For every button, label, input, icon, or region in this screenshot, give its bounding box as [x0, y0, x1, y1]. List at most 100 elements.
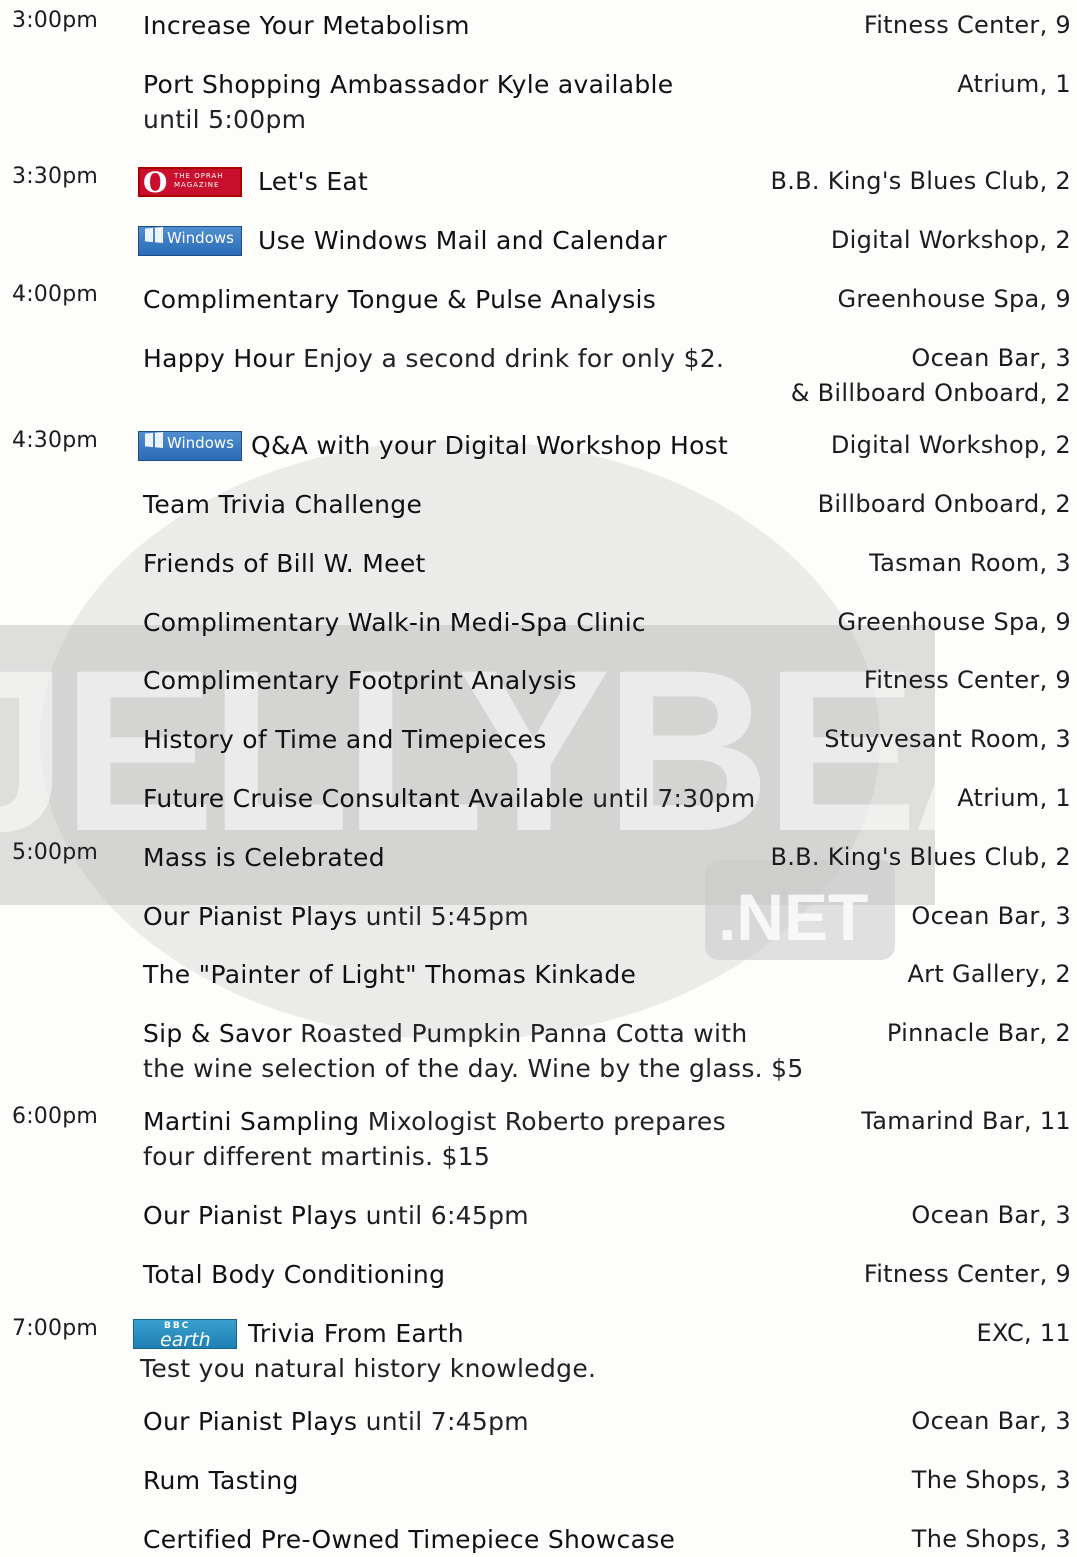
event-entry: The "Painter of Light" Thomas Kinkade	[143, 957, 636, 992]
windows-text: Windows	[167, 229, 234, 247]
time-label: 4:30pm	[12, 428, 98, 453]
event-title: Q&A with your Digital Workshop Host	[251, 431, 729, 460]
event-entry: Team Trivia Challenge	[143, 487, 422, 522]
event-entry: Our Pianist Plays until 6:45pm	[143, 1198, 529, 1233]
event-title: Total Body Conditioning	[143, 1260, 446, 1289]
time-label: 3:00pm	[12, 8, 98, 33]
event-location: Pinnacle Bar, 2	[887, 1016, 1071, 1051]
event-entry: Our Pianist Plays until 5:45pm	[143, 899, 529, 934]
event-entry: Complimentary Walk-in Medi-Spa Clinic	[143, 605, 646, 640]
location-name: Ocean Bar, 3	[911, 344, 1071, 372]
windows-flag-icon	[145, 227, 163, 243]
event-title: Our Pianist Plays	[143, 1407, 358, 1436]
event-entry: Let's Eat	[258, 164, 368, 199]
event-title: Our Pianist Plays	[143, 902, 358, 931]
event-title: Trivia From Earth	[248, 1319, 464, 1348]
event-entry: History of Time and Timepieces	[143, 722, 547, 757]
event-description: until 5:45pm	[365, 902, 529, 931]
location-name: Tamarind Bar, 11	[861, 1107, 1071, 1135]
event-title: Team Trivia Challenge	[143, 490, 423, 519]
event-location: Tamarind Bar, 11	[861, 1104, 1071, 1139]
event-entry: Complimentary Tongue & Pulse Analysis	[143, 282, 656, 317]
location-name: Pinnacle Bar, 2	[886, 1019, 1071, 1047]
oprah-text: THE OPRAH MAGAZINE	[174, 172, 224, 189]
event-location: Ocean Bar, 3 & Billboard Onboard, 2	[791, 341, 1071, 411]
event-title: Happy Hour	[143, 344, 295, 373]
location-name: Ocean Bar, 3	[911, 1407, 1071, 1435]
location-name: Ocean Bar, 3	[911, 902, 1071, 930]
event-entry: Our Pianist Plays until 7:45pm	[143, 1404, 529, 1439]
location-name: Ocean Bar, 3	[911, 1201, 1071, 1229]
location-name: Stuyvesant Room, 3	[824, 725, 1071, 753]
event-entry: Use Windows Mail and Calendar	[258, 223, 667, 258]
time-label: 4:00pm	[12, 282, 98, 307]
event-title: Let's Eat	[258, 167, 369, 196]
location-name: Atrium, 1	[957, 70, 1071, 98]
earth-text: earth	[160, 1329, 211, 1351]
event-location: Billboard Onboard, 2	[818, 487, 1071, 522]
event-description-continued: Test you natural history knowledge.	[140, 1354, 597, 1383]
event-location: Tasman Room, 3	[869, 546, 1071, 581]
event-location: Greenhouse Spa, 9	[838, 282, 1072, 317]
event-title: Mass is Celebrated	[143, 843, 385, 872]
event-title: Complimentary Footprint Analysis	[143, 666, 577, 695]
event-location: The Shops, 3	[912, 1522, 1071, 1557]
location-name: Greenhouse Spa, 9	[837, 608, 1071, 636]
event-location: Digital Workshop, 2	[831, 428, 1071, 463]
location-name: Billboard Onboard, 2	[817, 490, 1071, 518]
event-location: Ocean Bar, 3	[911, 1404, 1071, 1439]
event-title: Future Cruise Consultant Available	[143, 784, 584, 813]
event-title: Sip & Savor	[143, 1019, 292, 1048]
event-location: Digital Workshop, 2	[831, 223, 1071, 258]
location-name: Art Gallery, 2	[907, 960, 1071, 988]
event-entry: Sip & Savor Roasted Pumpkin Panna Cotta …	[143, 1016, 804, 1086]
location-name: EXC, 11	[976, 1319, 1071, 1347]
event-title: Martini Sampling	[143, 1107, 360, 1136]
event-title: Use Windows Mail and Calendar	[258, 226, 668, 255]
time-label: 6:00pm	[12, 1104, 98, 1129]
event-location: Stuyvesant Room, 3	[824, 722, 1071, 757]
time-label: 5:00pm	[12, 840, 98, 865]
event-location: Greenhouse Spa, 9	[838, 605, 1072, 640]
time-label: 7:00pm	[12, 1316, 98, 1341]
event-location: Atrium, 1	[957, 781, 1071, 816]
event-entry: Rum Tasting	[143, 1463, 299, 1498]
event-location: Fitness Center, 9	[864, 8, 1071, 43]
event-title: Friends of Bill W. Meet	[143, 549, 426, 578]
windows-logo-icon: Windows	[138, 430, 242, 462]
event-description: Mixologist Roberto prepares	[367, 1107, 726, 1136]
event-location: Fitness Center, 9	[864, 663, 1071, 698]
event-entry: Happy Hour Enjoy a second drink for only…	[143, 341, 724, 376]
event-location: The Shops, 3	[912, 1463, 1071, 1498]
event-title: Rum Tasting	[143, 1466, 299, 1495]
event-description: until 7:45pm	[365, 1407, 529, 1436]
event-entry: Total Body Conditioning	[143, 1257, 445, 1292]
event-title: Our Pianist Plays	[143, 1201, 358, 1230]
oprah-magazine-logo-icon: O THE OPRAH MAGAZINE	[138, 166, 242, 199]
location-name: B.B. King's Blues Club, 2	[770, 167, 1071, 195]
event-entry: Increase Your Metabolism	[143, 8, 470, 43]
event-entry: Martini Sampling Mixologist Roberto prep…	[143, 1104, 726, 1174]
event-entry: Q&A with your Digital Workshop Host	[251, 428, 728, 463]
event-entry: Certified Pre-Owned Timepiece Showcase	[143, 1522, 675, 1557]
location-name: The Shops, 3	[911, 1525, 1071, 1553]
event-title: Port Shopping Ambassador Kyle available	[143, 70, 674, 99]
location-name: Digital Workshop, 2	[830, 226, 1071, 254]
event-title: Complimentary Walk-in Medi-Spa Clinic	[143, 608, 646, 637]
location-name: Digital Workshop, 2	[830, 431, 1071, 459]
windows-flag-icon	[145, 432, 163, 448]
event-title: Complimentary Tongue & Pulse Analysis	[143, 285, 657, 314]
event-description: until 6:45pm	[365, 1201, 529, 1230]
time-label: 3:30pm	[12, 164, 98, 189]
event-location: EXC, 11	[976, 1316, 1071, 1351]
location-name: B.B. King's Blues Club, 2	[770, 843, 1071, 871]
event-description-continued: the wine selection of the day. Wine by t…	[143, 1054, 804, 1083]
event-location: Fitness Center, 9	[864, 1257, 1071, 1292]
event-entry: Friends of Bill W. Meet	[143, 546, 426, 581]
event-location: Atrium, 1	[957, 67, 1071, 102]
windows-logo-icon: Windows	[138, 225, 242, 257]
location-name: Fitness Center, 9	[863, 1260, 1071, 1288]
location-name-secondary: & Billboard Onboard, 2	[790, 379, 1071, 407]
event-entry: Mass is Celebrated	[143, 840, 385, 875]
location-name: The Shops, 3	[911, 1466, 1071, 1494]
